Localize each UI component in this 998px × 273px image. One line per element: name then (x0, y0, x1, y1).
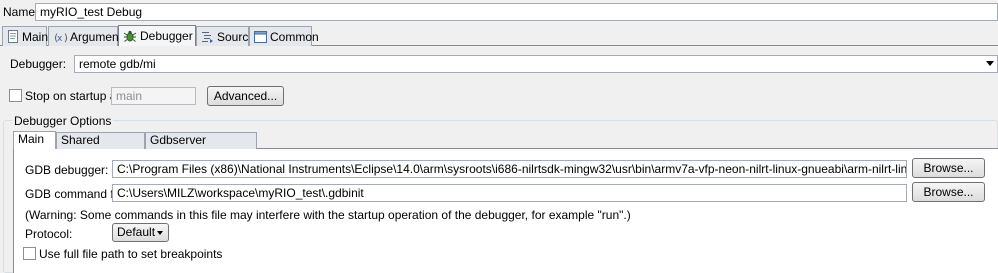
debugger-label: Debugger: (10, 57, 67, 71)
protocol-select[interactable]: Default (112, 223, 169, 242)
launch-tabs: Main (x) Arguments Debugger Source Commo… (0, 25, 998, 46)
tab-options-main[interactable]: Main (13, 131, 56, 149)
advanced-button[interactable]: Advanced... (207, 86, 284, 106)
tab-common-label: Common (270, 29, 319, 44)
full-path-breakpoints-checkbox[interactable] (23, 247, 36, 260)
debugger-options-tabs: Main Shared Libraries Gdbserver Settings (13, 131, 998, 162)
name-label: Name: (3, 5, 39, 19)
tab-arguments[interactable]: (x) Arguments (48, 26, 128, 46)
tab-source[interactable]: Source (196, 26, 255, 46)
common-icon (254, 30, 267, 44)
tab-main[interactable]: Main (2, 26, 49, 46)
full-path-breakpoints-label: Use full file path to set breakpoints (39, 247, 223, 261)
gdb-command-file-warning: (Warning: Some commands in this file may… (25, 208, 631, 222)
debugger-bug-icon (123, 29, 137, 43)
tab-main-label: Main (22, 29, 49, 44)
gdb-command-file-input[interactable]: C:\Users\MILZ\workspace\myRIO_test\.gdbi… (112, 184, 907, 202)
gdb-command-file-browse-button[interactable]: Browse... (912, 182, 985, 202)
tab-debugger-label: Debugger (140, 29, 193, 43)
stop-on-startup-label: Stop on startup at: (25, 89, 124, 103)
chevron-down-icon (986, 61, 994, 66)
tab-gdbserver-settings[interactable]: Gdbserver Settings (145, 132, 257, 162)
tab-shared-libraries[interactable]: Shared Libraries (56, 132, 145, 162)
gdb-debugger-browse-button[interactable]: Browse... (912, 158, 985, 178)
protocol-label: Protocol: (25, 227, 73, 241)
svg-text:): ) (63, 33, 67, 43)
chevron-down-icon (157, 231, 163, 235)
gdb-debugger-label: GDB debugger: (25, 163, 109, 177)
launch-name-input[interactable]: myRIO_test Debug (35, 3, 998, 21)
stop-on-startup-checkbox[interactable] (9, 89, 22, 102)
protocol-select-value: Default (117, 225, 156, 239)
main-page-icon (7, 30, 19, 44)
arguments-icon: (x) (53, 30, 67, 44)
gdb-debugger-input[interactable]: C:\Program Files (x86)\National Instrume… (112, 160, 907, 178)
debugger-select[interactable]: remote gdb/mi (74, 55, 998, 73)
debugger-select-value: remote gdb/mi (79, 57, 156, 71)
debugger-options-title: Debugger Options (12, 114, 114, 128)
tab-debugger[interactable]: Debugger (118, 25, 196, 46)
tab-common[interactable]: Common (249, 26, 319, 46)
startup-symbol-input[interactable]: main (111, 87, 196, 105)
source-icon (201, 30, 214, 44)
